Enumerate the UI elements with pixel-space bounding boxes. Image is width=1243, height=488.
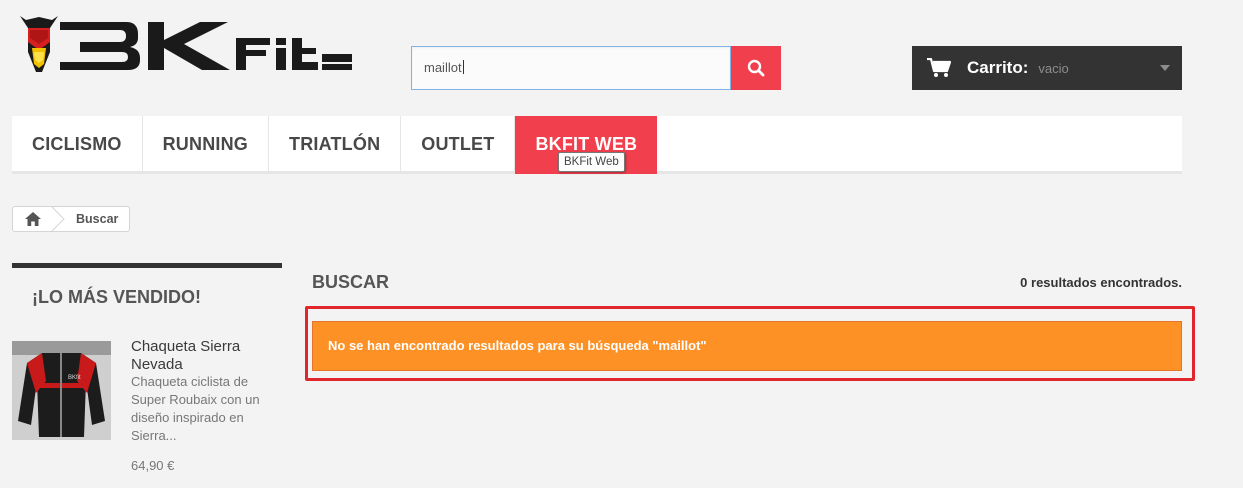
cart-label: Carrito: bbox=[967, 58, 1029, 77]
bkfit-logo-graphic bbox=[20, 16, 352, 72]
menu-item-ciclismo[interactable]: Ciclismo bbox=[12, 116, 143, 171]
search-button[interactable] bbox=[731, 46, 781, 90]
chevron-down-icon bbox=[1160, 65, 1170, 71]
svg-text:BKfit: BKfit bbox=[68, 375, 81, 381]
breadcrumb-home[interactable] bbox=[13, 207, 53, 231]
cart-status: vacio bbox=[1038, 60, 1069, 76]
home-icon bbox=[25, 212, 41, 226]
site-logo[interactable] bbox=[18, 14, 354, 76]
text-caret bbox=[462, 60, 464, 74]
jacket-image: BKfit bbox=[12, 341, 111, 440]
page-title: Buscar bbox=[312, 272, 390, 292]
search-input[interactable]: maillot bbox=[411, 46, 731, 90]
shopping-cart-icon bbox=[927, 58, 951, 77]
result-count: 0 resultados encontrados. bbox=[1020, 275, 1182, 290]
breadcrumb-separator bbox=[51, 207, 65, 231]
menu-item-running[interactable]: Running bbox=[143, 116, 270, 171]
product-name[interactable]: Chaqueta Sierra Nevada bbox=[131, 338, 271, 374]
menu-tooltip: BKFit Web bbox=[558, 152, 625, 172]
product-description: Chaqueta ciclista de Super Roubaix con u… bbox=[131, 374, 260, 443]
breadcrumb-current: Buscar bbox=[76, 212, 119, 226]
search-input-value: maillot bbox=[424, 60, 462, 75]
cart-button[interactable]: Carrito: vacio bbox=[912, 46, 1182, 90]
menu-item-triatlon[interactable]: Triatlón bbox=[269, 116, 402, 171]
no-results-alert: No se han encontrado resultados para su … bbox=[312, 321, 1182, 371]
search-icon bbox=[747, 59, 765, 77]
product-image[interactable]: BKfit bbox=[12, 341, 111, 440]
bestsellers-title: ¡Lo más vendido! bbox=[12, 263, 282, 323]
product-price: 64,90 € bbox=[131, 458, 175, 473]
search-bar: maillot bbox=[411, 46, 781, 90]
breadcrumb: Buscar bbox=[12, 206, 130, 232]
menu-item-outlet[interactable]: Outlet bbox=[401, 116, 516, 171]
